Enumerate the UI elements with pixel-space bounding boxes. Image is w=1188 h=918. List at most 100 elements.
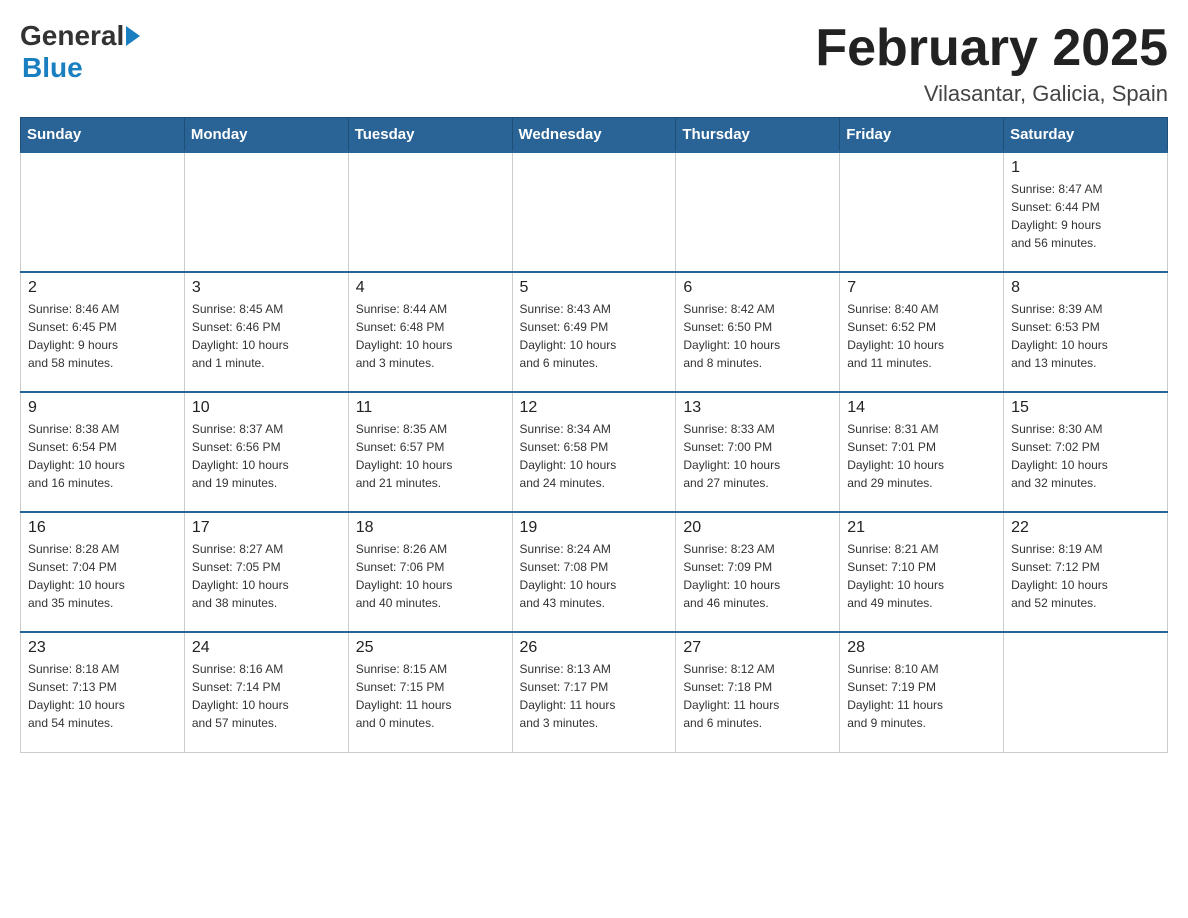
calendar-cell [348, 152, 512, 272]
day-number: 18 [356, 519, 505, 537]
day-number: 15 [1011, 399, 1160, 417]
weekday-header-thursday: Thursday [676, 118, 840, 153]
calendar-cell: 24 Sunrise: 8:16 AM Sunset: 7:14 PM Dayli… [184, 632, 348, 752]
calendar-header: SundayMondayTuesdayWednesdayThursdayFrid… [21, 118, 1168, 153]
day-number: 22 [1011, 519, 1160, 537]
day-number: 1 [1011, 159, 1160, 177]
logo: General Blue [20, 20, 142, 84]
day-info: Sunrise: 8:23 AM Sunset: 7:09 PM Dayligh… [683, 540, 832, 612]
day-info: Sunrise: 8:39 AM Sunset: 6:53 PM Dayligh… [1011, 300, 1160, 372]
logo-arrow-icon [126, 26, 140, 46]
calendar-cell: 2 Sunrise: 8:46 AM Sunset: 6:45 PM Daylig… [21, 272, 185, 392]
day-number: 6 [683, 279, 832, 297]
day-number: 26 [520, 639, 669, 657]
day-info: Sunrise: 8:30 AM Sunset: 7:02 PM Dayligh… [1011, 420, 1160, 492]
calendar-cell: 21 Sunrise: 8:21 AM Sunset: 7:10 PM Dayli… [840, 512, 1004, 632]
day-number: 2 [28, 279, 177, 297]
weekday-header-wednesday: Wednesday [512, 118, 676, 153]
calendar-cell: 25Sunrise: 8:15 AM Sunset: 7:15 PM Dayli… [348, 632, 512, 752]
day-number: 27 [683, 639, 832, 657]
day-number: 5 [520, 279, 669, 297]
day-info: Sunrise: 8:44 AM Sunset: 6:48 PM Dayligh… [356, 300, 505, 372]
calendar-cell: 8 Sunrise: 8:39 AM Sunset: 6:53 PM Daylig… [1004, 272, 1168, 392]
day-info: Sunrise: 8:16 AM Sunset: 7:14 PM Dayligh… [192, 660, 341, 732]
calendar-cell: 28Sunrise: 8:10 AM Sunset: 7:19 PM Dayli… [840, 632, 1004, 752]
day-info: Sunrise: 8:24 AM Sunset: 7:08 PM Dayligh… [520, 540, 669, 612]
calendar-cell: 14Sunrise: 8:31 AM Sunset: 7:01 PM Dayli… [840, 392, 1004, 512]
calendar-body: 1 Sunrise: 8:47 AM Sunset: 6:44 PM Daylig… [21, 152, 1168, 752]
calendar-cell: 9 Sunrise: 8:38 AM Sunset: 6:54 PM Daylig… [21, 392, 185, 512]
day-info: Sunrise: 8:21 AM Sunset: 7:10 PM Dayligh… [847, 540, 996, 612]
day-number: 24 [192, 639, 341, 657]
logo-general-text: General [20, 20, 124, 52]
day-info: Sunrise: 8:13 AM Sunset: 7:17 PM Dayligh… [520, 660, 669, 732]
calendar-cell: 16 Sunrise: 8:28 AM Sunset: 7:04 PM Dayli… [21, 512, 185, 632]
calendar-cell: 6 Sunrise: 8:42 AM Sunset: 6:50 PM Daylig… [676, 272, 840, 392]
calendar-cell: 26 Sunrise: 8:13 AM Sunset: 7:17 PM Dayli… [512, 632, 676, 752]
logo-blue-text: Blue [22, 52, 83, 83]
calendar-cell: 1 Sunrise: 8:47 AM Sunset: 6:44 PM Daylig… [1004, 152, 1168, 272]
calendar-cell: 20 Sunrise: 8:23 AM Sunset: 7:09 PM Dayli… [676, 512, 840, 632]
calendar-cell: 10 Sunrise: 8:37 AM Sunset: 6:56 PM Dayli… [184, 392, 348, 512]
calendar-cell: 17 Sunrise: 8:27 AM Sunset: 7:05 PM Dayli… [184, 512, 348, 632]
day-info: Sunrise: 8:46 AM Sunset: 6:45 PM Dayligh… [28, 300, 177, 372]
day-number: 3 [192, 279, 341, 297]
day-number: 12 [520, 399, 669, 417]
calendar-cell: 22 Sunrise: 8:19 AM Sunset: 7:12 PM Dayli… [1004, 512, 1168, 632]
calendar-cell [184, 152, 348, 272]
day-number: 23 [28, 639, 177, 657]
day-number: 14 [847, 399, 996, 417]
calendar-cell: 3 Sunrise: 8:45 AM Sunset: 6:46 PM Daylig… [184, 272, 348, 392]
weekday-header-saturday: Saturday [1004, 118, 1168, 153]
calendar-cell: 19 Sunrise: 8:24 AM Sunset: 7:08 PM Dayli… [512, 512, 676, 632]
day-number: 21 [847, 519, 996, 537]
day-number: 9 [28, 399, 177, 417]
day-number: 20 [683, 519, 832, 537]
day-info: Sunrise: 8:27 AM Sunset: 7:05 PM Dayligh… [192, 540, 341, 612]
day-number: 16 [28, 519, 177, 537]
day-info: Sunrise: 8:10 AM Sunset: 7:19 PM Dayligh… [847, 660, 996, 732]
day-info: Sunrise: 8:12 AM Sunset: 7:18 PM Dayligh… [683, 660, 832, 732]
calendar-week-3: 9 Sunrise: 8:38 AM Sunset: 6:54 PM Daylig… [21, 392, 1168, 512]
weekday-header-monday: Monday [184, 118, 348, 153]
calendar-cell [21, 152, 185, 272]
day-info: Sunrise: 8:19 AM Sunset: 7:12 PM Dayligh… [1011, 540, 1160, 612]
calendar-cell: 11 Sunrise: 8:35 AM Sunset: 6:57 PM Dayli… [348, 392, 512, 512]
calendar-title: February 2025 [815, 20, 1168, 77]
calendar-cell: 23 Sunrise: 8:18 AM Sunset: 7:13 PM Dayli… [21, 632, 185, 752]
page-header: General Blue February 2025 Vilasantar, G… [20, 20, 1168, 107]
day-number: 7 [847, 279, 996, 297]
day-number: 11 [356, 399, 505, 417]
day-info: Sunrise: 8:26 AM Sunset: 7:06 PM Dayligh… [356, 540, 505, 612]
calendar-cell [676, 152, 840, 272]
day-number: 10 [192, 399, 341, 417]
day-info: Sunrise: 8:18 AM Sunset: 7:13 PM Dayligh… [28, 660, 177, 732]
day-info: Sunrise: 8:33 AM Sunset: 7:00 PM Dayligh… [683, 420, 832, 492]
day-number: 17 [192, 519, 341, 537]
day-info: Sunrise: 8:28 AM Sunset: 7:04 PM Dayligh… [28, 540, 177, 612]
day-info: Sunrise: 8:38 AM Sunset: 6:54 PM Dayligh… [28, 420, 177, 492]
day-info: Sunrise: 8:45 AM Sunset: 6:46 PM Dayligh… [192, 300, 341, 372]
day-number: 25 [356, 639, 505, 657]
weekday-header-tuesday: Tuesday [348, 118, 512, 153]
calendar-week-1: 1 Sunrise: 8:47 AM Sunset: 6:44 PM Daylig… [21, 152, 1168, 272]
weekday-header-friday: Friday [840, 118, 1004, 153]
calendar-cell: 18 Sunrise: 8:26 AM Sunset: 7:06 PM Dayli… [348, 512, 512, 632]
day-info: Sunrise: 8:47 AM Sunset: 6:44 PM Dayligh… [1011, 180, 1160, 252]
calendar-cell [840, 152, 1004, 272]
day-number: 4 [356, 279, 505, 297]
day-info: Sunrise: 8:40 AM Sunset: 6:52 PM Dayligh… [847, 300, 996, 372]
calendar-week-4: 16 Sunrise: 8:28 AM Sunset: 7:04 PM Dayli… [21, 512, 1168, 632]
calendar-cell: 15 Sunrise: 8:30 AM Sunset: 7:02 PM Dayli… [1004, 392, 1168, 512]
day-number: 19 [520, 519, 669, 537]
weekday-header-sunday: Sunday [21, 118, 185, 153]
calendar-week-5: 23 Sunrise: 8:18 AM Sunset: 7:13 PM Dayli… [21, 632, 1168, 752]
day-info: Sunrise: 8:35 AM Sunset: 6:57 PM Dayligh… [356, 420, 505, 492]
day-info: Sunrise: 8:42 AM Sunset: 6:50 PM Dayligh… [683, 300, 832, 372]
day-number: 8 [1011, 279, 1160, 297]
day-number: 13 [683, 399, 832, 417]
day-info: Sunrise: 8:37 AM Sunset: 6:56 PM Dayligh… [192, 420, 341, 492]
calendar-cell: 13 Sunrise: 8:33 AM Sunset: 7:00 PM Dayli… [676, 392, 840, 512]
day-info: Sunrise: 8:43 AM Sunset: 6:49 PM Dayligh… [520, 300, 669, 372]
day-info: Sunrise: 8:34 AM Sunset: 6:58 PM Dayligh… [520, 420, 669, 492]
